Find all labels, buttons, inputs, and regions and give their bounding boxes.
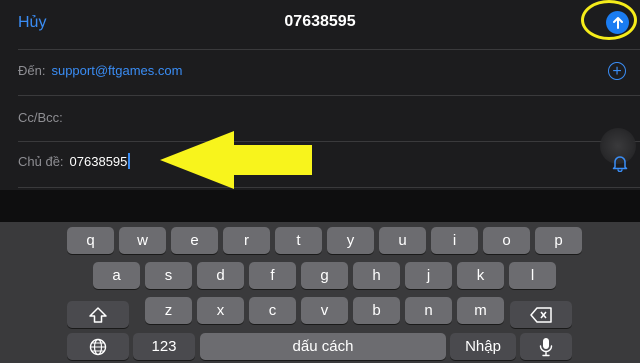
to-label: Đến:: [18, 63, 46, 78]
key-f[interactable]: f: [249, 262, 296, 289]
key-h[interactable]: h: [353, 262, 400, 289]
divider: [18, 187, 640, 188]
key-u[interactable]: u: [379, 227, 426, 254]
key-d[interactable]: d: [197, 262, 244, 289]
globe-key[interactable]: [67, 333, 129, 360]
key-z[interactable]: z: [145, 297, 192, 324]
key-r[interactable]: r: [223, 227, 270, 254]
key-k[interactable]: k: [457, 262, 504, 289]
divider: [18, 141, 640, 142]
keyboard: qwertyuiop asdfghjkl zxcvbnm 123 dấu các…: [0, 222, 640, 363]
page-title: 07638595: [284, 13, 356, 30]
key-s[interactable]: s: [145, 262, 192, 289]
send-button[interactable]: [606, 11, 629, 34]
divider: [18, 49, 640, 50]
key-l[interactable]: l: [509, 262, 556, 289]
key-y[interactable]: y: [327, 227, 374, 254]
key-o[interactable]: o: [483, 227, 530, 254]
bell-icon[interactable]: [612, 154, 628, 172]
key-a[interactable]: a: [93, 262, 140, 289]
numbers-key[interactable]: 123: [133, 333, 195, 360]
nav-bar: Hủy 07638595: [0, 0, 640, 48]
globe-icon: [89, 338, 107, 355]
annotation-arrow: [160, 131, 312, 189]
key-m[interactable]: m: [457, 297, 504, 324]
key-i[interactable]: i: [431, 227, 478, 254]
subject-label: Chủ đề:: [18, 154, 64, 169]
to-recipient[interactable]: support@ftgames.com: [51, 63, 182, 78]
subject-input[interactable]: 07638595: [70, 154, 128, 169]
text-cursor: [128, 153, 131, 169]
microphone-key[interactable]: [520, 333, 572, 360]
delete-key[interactable]: [510, 301, 572, 328]
key-e[interactable]: e: [171, 227, 218, 254]
subject-field[interactable]: Chủ đề: 07638595: [18, 153, 131, 169]
add-contact-icon[interactable]: +: [608, 62, 626, 80]
delete-icon: [530, 306, 552, 323]
key-b[interactable]: b: [353, 297, 400, 324]
return-key[interactable]: Nhập: [450, 333, 516, 360]
to-field[interactable]: Đến: support@ftgames.com: [18, 63, 182, 78]
divider: [18, 95, 640, 96]
key-j[interactable]: j: [405, 262, 452, 289]
compose-panel: Hủy 07638595 Đến: support@ftgames.com + C…: [0, 0, 640, 190]
cc-bcc-field[interactable]: Cc/Bcc:: [18, 110, 63, 125]
key-p[interactable]: p: [535, 227, 582, 254]
key-c[interactable]: c: [249, 297, 296, 324]
space-key[interactable]: dấu cách: [200, 333, 446, 360]
key-v[interactable]: v: [301, 297, 348, 324]
key-n[interactable]: n: [405, 297, 452, 324]
key-w[interactable]: w: [119, 227, 166, 254]
key-t[interactable]: t: [275, 227, 322, 254]
send-arrow-icon: [612, 17, 623, 29]
key-x[interactable]: x: [197, 297, 244, 324]
key-q[interactable]: q: [67, 227, 114, 254]
shift-icon: [89, 306, 107, 323]
cc-bcc-label: Cc/Bcc:: [18, 110, 63, 125]
shift-key[interactable]: [67, 301, 129, 328]
key-g[interactable]: g: [301, 262, 348, 289]
microphone-icon: [539, 337, 553, 356]
